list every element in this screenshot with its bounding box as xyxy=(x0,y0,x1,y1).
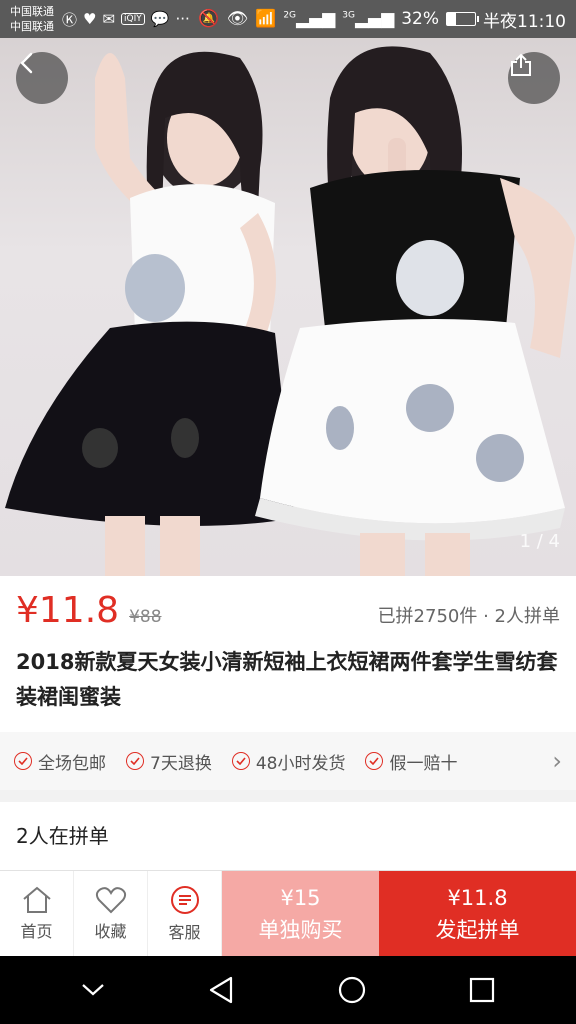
left-model-illustration xyxy=(5,51,295,576)
customer-service-label: 客服 xyxy=(168,922,201,942)
favorite-tab[interactable]: 收藏 xyxy=(74,871,148,956)
service-item: 7天退换 xyxy=(126,749,212,774)
check-circle-icon xyxy=(14,752,32,770)
bottom-action-bar: 首页 收藏 客服 ¥15 单独购买 ¥11.8 发起拼单 xyxy=(0,870,576,956)
customer-service-tab[interactable]: 客服 xyxy=(148,871,222,956)
wifi-icon: 📶 xyxy=(255,9,277,29)
signal-2: 3G▂▄▆ xyxy=(342,9,395,29)
check-circle-icon xyxy=(126,752,144,770)
product-image-gallery[interactable]: 1 / 4 xyxy=(0,38,576,576)
notification-icons: Ⓚ ♥ ✉ iQIY 💬 ··· xyxy=(62,9,190,30)
product-title: 2018新款夏天女装小清新短袖上衣短裙两件套学生雪纺套装裙闺蜜装 xyxy=(16,650,558,709)
battery-percent: 32% xyxy=(401,9,439,29)
right-model-illustration xyxy=(255,46,575,576)
group-buy-title: 2人在拼单 xyxy=(16,824,109,848)
nav-home-icon[interactable] xyxy=(337,975,367,1005)
clock: 半夜11:10 xyxy=(483,11,566,32)
check-circle-icon xyxy=(365,752,384,770)
carrier-1: 中国联通 xyxy=(10,5,54,18)
service-item: 48小时发货 xyxy=(231,749,346,774)
buy-alone-button[interactable]: ¥15 单独购买 xyxy=(222,871,379,956)
buy-alone-label: 单独购买 xyxy=(258,917,343,942)
buy-alone-price: ¥15 xyxy=(280,885,321,910)
price-row: ¥11.8 ¥88 已拼2750件 · 2人拼单 xyxy=(0,590,576,640)
start-group-buy-button[interactable]: ¥11.8 发起拼单 xyxy=(379,871,576,956)
group-buy-label: 发起拼单 xyxy=(435,917,520,942)
chat-icon xyxy=(170,885,199,914)
eye-icon: 👁 xyxy=(226,9,249,29)
nav-recent-icon[interactable] xyxy=(468,976,496,1004)
service-guarantees[interactable]: 全场包邮 7天退换 48小时发货 假一赔十 › xyxy=(0,732,576,790)
heartbeat-icon: ♥ xyxy=(83,10,97,28)
battery-fill xyxy=(447,13,456,25)
service-label: 假一赔十 xyxy=(389,753,458,774)
group-buy-price: ¥11.8 xyxy=(447,885,508,910)
status-bar: 中国联通 中国联通 Ⓚ ♥ ✉ iQIY 💬 ··· 🔕 👁 📶 2G▂▄▆ 3… xyxy=(0,0,576,38)
carrier-2: 中国联通 xyxy=(10,20,54,33)
service-item: 假一赔十 xyxy=(365,749,457,774)
share-icon xyxy=(511,53,531,76)
back-arrow-icon xyxy=(20,52,33,74)
mute-icon: 🔕 xyxy=(198,9,220,29)
share-button[interactable] xyxy=(508,52,560,104)
chevron-right-icon[interactable]: › xyxy=(552,747,562,775)
home-tab[interactable]: 首页 xyxy=(0,871,74,956)
group-price: ¥11.8 xyxy=(16,590,120,631)
iqiyi-icon: iQIY xyxy=(121,13,145,25)
status-right: 🔕 👁 📶 2G▂▄▆ 3G▂▄▆ 32% 半夜11:10 xyxy=(198,7,566,32)
nav-back-icon[interactable] xyxy=(207,975,237,1005)
carrier-names: 中国联通 中国联通 xyxy=(10,4,54,34)
gallery-page-indicator: 1 / 4 xyxy=(519,531,560,552)
more-icon: ··· xyxy=(175,10,190,28)
heart-icon xyxy=(95,886,126,913)
section-divider xyxy=(0,790,576,802)
home-icon xyxy=(22,886,51,913)
service-label: 48小时发货 xyxy=(255,753,346,774)
system-navigation-bar xyxy=(0,956,576,1024)
favorite-label: 收藏 xyxy=(94,921,127,941)
battery-icon xyxy=(446,12,479,26)
signal-1: 2G▂▄▆ xyxy=(283,9,336,29)
home-label: 首页 xyxy=(20,921,53,941)
nav-collapse-icon[interactable] xyxy=(80,981,106,999)
k-app-icon: Ⓚ xyxy=(62,10,78,29)
product-photo xyxy=(5,46,575,576)
message-icon: 💬 xyxy=(150,10,170,28)
wechat-icon: ✉ xyxy=(102,10,116,28)
service-item: 全场包邮 xyxy=(14,749,106,774)
sold-count: 已拼2750件 · 2人拼单 xyxy=(377,606,560,627)
service-label: 全场包邮 xyxy=(38,753,106,774)
check-circle-icon xyxy=(231,752,250,770)
service-label: 7天退换 xyxy=(150,753,212,774)
back-button[interactable] xyxy=(16,52,68,104)
original-price: ¥88 xyxy=(129,607,162,627)
